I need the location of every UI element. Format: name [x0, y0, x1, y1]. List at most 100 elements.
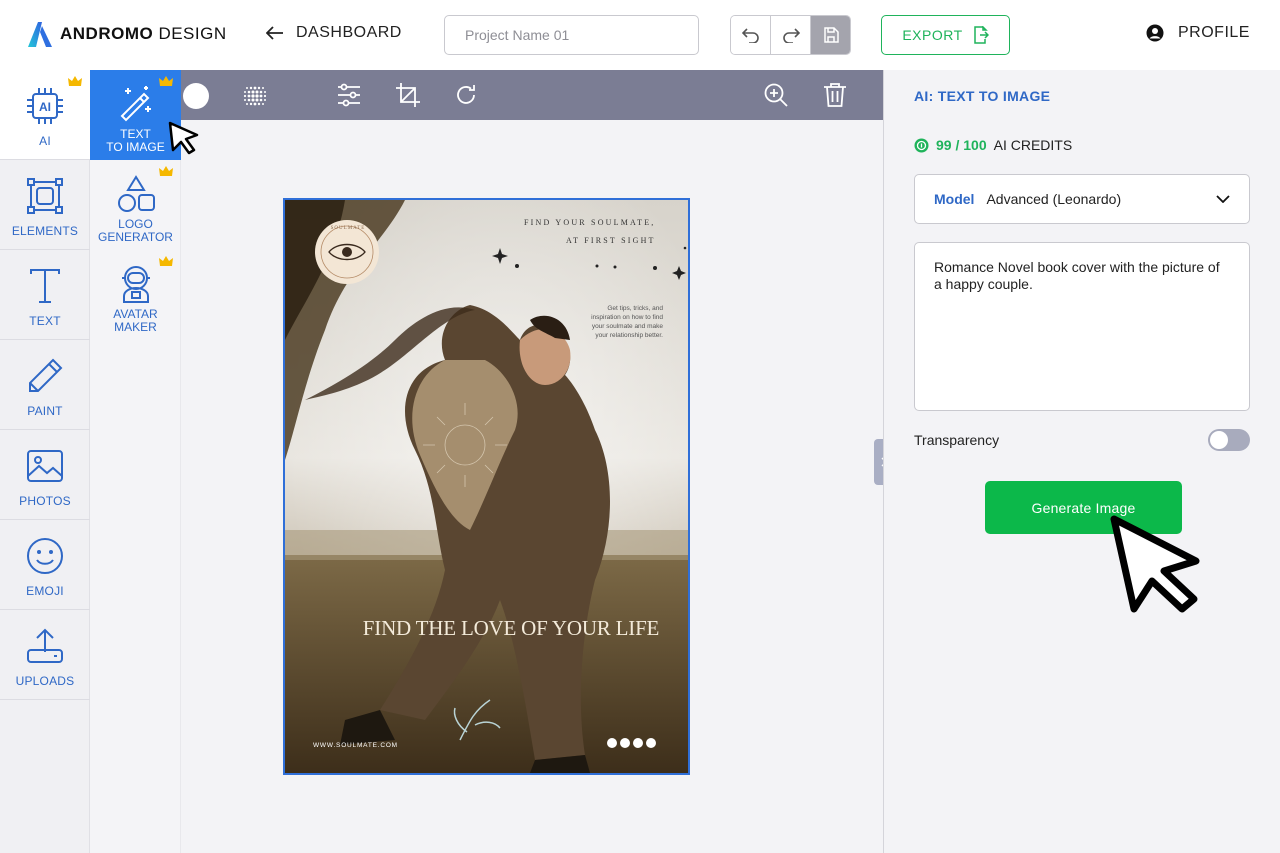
- sidebar-item-ai[interactable]: AI AI: [0, 70, 90, 160]
- sidebar-label: UPLOADS: [15, 674, 75, 688]
- sidebar-item-uploads[interactable]: UPLOADS: [0, 610, 90, 700]
- sidebar-item-elements[interactable]: ELEMENTS: [0, 160, 90, 250]
- ai-chip-icon: AI: [27, 88, 63, 124]
- crop-icon: [396, 83, 420, 107]
- credits-value: 99 / 100: [936, 137, 987, 153]
- andromo-logo-icon: [28, 22, 52, 47]
- canvas-toolbar: [181, 70, 883, 120]
- halftone-button[interactable]: [241, 82, 269, 110]
- crown-icon: [68, 76, 82, 86]
- project-name-input[interactable]: [444, 15, 699, 55]
- tool-label: LOGO GENERATOR: [98, 217, 173, 244]
- sidebar-label: PHOTOS: [19, 494, 71, 508]
- save-icon: [823, 27, 839, 43]
- upload-icon: [27, 628, 63, 663]
- adjustments-icon: [338, 83, 360, 107]
- elements-icon: [27, 178, 63, 214]
- zoom-in-icon: [764, 83, 788, 107]
- transparency-toggle[interactable]: [1208, 429, 1250, 451]
- avatar-maker-tool[interactable]: AVATAR MAKER: [90, 250, 181, 340]
- whatsapp-icon: [646, 738, 656, 748]
- app-logo[interactable]: ANDROMO DESIGN: [28, 20, 227, 48]
- magic-wand-icon: [120, 86, 151, 122]
- adjustments-button[interactable]: [336, 82, 362, 108]
- export-label: EXPORT: [902, 27, 963, 43]
- ai-text-to-image-panel: AI: TEXT TO IMAGE 99 / 100 AI CREDITS Mo…: [883, 70, 1280, 853]
- logo-generator-tool[interactable]: LOGO GENERATOR: [90, 160, 181, 250]
- pencil-icon: [29, 358, 63, 392]
- shapes-icon: [117, 175, 155, 212]
- tool-label: TEXT TO IMAGE: [106, 127, 165, 154]
- sidebar-item-emoji[interactable]: EMOJI: [0, 520, 90, 610]
- color-swatch-icon: [183, 83, 209, 109]
- poster-top-line2: AT FIRST SIGHT: [566, 236, 656, 245]
- tool-label: AVATAR MAKER: [113, 307, 158, 334]
- sidebar-item-text[interactable]: TEXT: [0, 250, 90, 340]
- delete-button[interactable]: [823, 82, 847, 108]
- couple-photo: [285, 200, 688, 773]
- poster-badge-text: SOULMATE: [330, 226, 366, 231]
- history-controls: [730, 15, 851, 55]
- sidebar-label: EMOJI: [26, 584, 64, 598]
- generate-label: Generate Image: [1031, 499, 1136, 516]
- undo-icon: [741, 28, 759, 43]
- sidebar-label: PAINT: [27, 404, 63, 418]
- prompt-input[interactable]: [914, 242, 1250, 411]
- top-header: ANDROMO DESIGN DASHBOARD EXPORT PROFILE: [0, 0, 1280, 70]
- instagram-icon: [607, 738, 617, 748]
- rotate-icon: [457, 85, 475, 104]
- text-icon: [30, 269, 60, 303]
- user-circle-icon: [1146, 24, 1164, 42]
- undo-button[interactable]: [731, 16, 771, 54]
- arrow-left-icon: [266, 26, 283, 40]
- poster-tips-text: Get tips, tricks, and inspiration on how…: [591, 305, 663, 339]
- color-swatch-button[interactable]: [181, 82, 211, 110]
- cursor-pointer-icon: [168, 121, 199, 155]
- ai-credits: 99 / 100 AI CREDITS: [914, 137, 1072, 153]
- model-label: Model: [934, 191, 975, 207]
- trash-icon: [824, 83, 846, 107]
- sidebar-label: TEXT: [29, 314, 61, 328]
- credits-label: AI CREDITS: [993, 137, 1073, 153]
- profile-label: PROFILE: [1178, 24, 1250, 41]
- redo-icon: [782, 28, 800, 43]
- crown-icon: [159, 256, 173, 266]
- redo-button[interactable]: [771, 16, 811, 54]
- app-name: ANDROMO DESIGN: [60, 24, 227, 43]
- credit-coin-icon: [914, 138, 929, 152]
- astronaut-icon: [121, 266, 150, 303]
- export-button[interactable]: EXPORT: [881, 15, 1010, 55]
- facebook-icon: [620, 738, 630, 748]
- profile-menu[interactable]: PROFILE: [1146, 24, 1250, 42]
- sidebar-item-photos[interactable]: PHOTOS: [0, 430, 90, 520]
- model-value: Advanced (Leonardo): [986, 191, 1122, 207]
- sidebar-item-paint[interactable]: PAINT: [0, 340, 90, 430]
- save-button[interactable]: [811, 16, 850, 54]
- cursor-pointer-icon: [1110, 515, 1200, 613]
- poster-social-icons: [607, 738, 656, 748]
- twitter-icon: [633, 738, 643, 748]
- export-icon: [973, 26, 989, 44]
- chevron-down-icon: [1216, 195, 1230, 203]
- poster-top-line1: FIND YOUR SOULMATE,: [524, 218, 656, 227]
- image-icon: [27, 450, 63, 482]
- toggle-knob: [1210, 431, 1228, 449]
- poster-design[interactable]: SOULMATE FIND YOUR SOULMATE, AT FIRST SI…: [283, 198, 690, 775]
- back-label: DASHBOARD: [296, 24, 402, 41]
- back-to-dashboard-link[interactable]: DASHBOARD: [266, 24, 402, 42]
- poster-headline: FIND THE LOVE OF YOUR LIFE: [362, 616, 660, 640]
- smiley-icon: [27, 538, 63, 574]
- model-select[interactable]: Model Advanced (Leonardo): [914, 174, 1250, 224]
- crop-button[interactable]: [395, 82, 421, 108]
- rotate-button[interactable]: [453, 82, 479, 108]
- sidebar-label: AI: [39, 134, 51, 148]
- halftone-icon: [243, 86, 267, 106]
- crown-icon: [159, 166, 173, 176]
- poster-website: WWW.SOULMATE.COM: [313, 742, 398, 749]
- crown-icon: [159, 76, 173, 86]
- left-sidebar: AI AI ELEMENTS TEXT PAINT PHOTOS EMOJI U…: [0, 70, 90, 853]
- zoom-in-button[interactable]: [763, 82, 789, 108]
- ai-tools-panel: TEXT TO IMAGE LOGO GENERATOR AVATAR MAKER: [90, 70, 181, 853]
- transparency-label: Transparency: [914, 432, 1000, 448]
- svg-text:AI: AI: [39, 100, 51, 114]
